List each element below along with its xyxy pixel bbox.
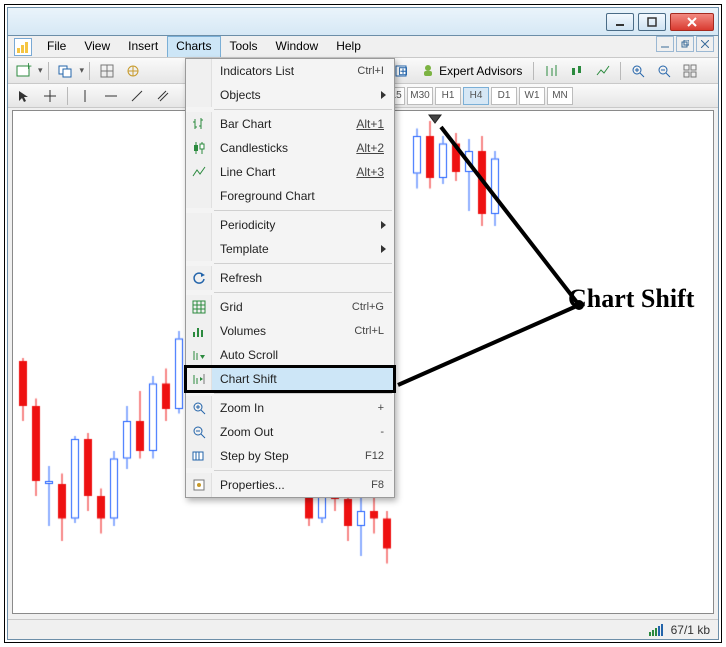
minimize-button[interactable] <box>606 13 634 31</box>
new-chart-button[interactable]: + <box>12 60 36 82</box>
navigator-button[interactable] <box>121 60 145 82</box>
refresh-icon <box>192 271 206 285</box>
charts-dropdown: Indicators ListCtrl+I Objects Bar ChartA… <box>185 58 395 498</box>
timeframe-h1[interactable]: H1 <box>435 87 461 105</box>
statusbar: 67/1 kb <box>8 619 718 639</box>
profiles-button[interactable] <box>54 60 78 82</box>
menu-step-by-step[interactable]: Step by StepF12 <box>186 444 394 468</box>
annotation-label: Chart Shift <box>568 284 694 314</box>
menu-periodicity[interactable]: Periodicity <box>186 213 394 237</box>
bar-chart-button[interactable] <box>539 60 563 82</box>
line-chart-button[interactable] <box>591 60 615 82</box>
chevron-right-icon <box>381 91 386 99</box>
chevron-right-icon <box>381 221 386 229</box>
svg-text:⊞: ⊞ <box>398 64 408 78</box>
market-watch-button[interactable] <box>95 60 119 82</box>
volumes-icon <box>192 324 206 338</box>
menu-properties[interactable]: Properties...F8 <box>186 473 394 497</box>
menu-file[interactable]: File <box>38 36 75 57</box>
candlestick-icon <box>192 141 206 155</box>
timeframe-h4[interactable]: H4 <box>463 87 489 105</box>
menu-template[interactable]: Template <box>186 237 394 261</box>
connection-icon <box>649 624 665 636</box>
titlebar <box>8 8 718 36</box>
zoom-in-button[interactable] <box>626 60 650 82</box>
zoom-in-icon <box>192 401 206 415</box>
menu-chart-shift[interactable]: Chart Shift <box>186 367 394 391</box>
crosshair-button[interactable] <box>38 85 62 107</box>
horizontal-line-button[interactable] <box>99 85 123 107</box>
bar-chart-icon <box>192 117 206 131</box>
menu-candlesticks[interactable]: CandlesticksAlt+2 <box>186 136 394 160</box>
mdi-close-button[interactable] <box>696 36 714 52</box>
step-icon <box>192 449 206 463</box>
menu-refresh[interactable]: Refresh <box>186 266 394 290</box>
channel-button[interactable] <box>151 85 175 107</box>
cursor-button[interactable] <box>12 85 36 107</box>
menu-help[interactable]: Help <box>327 36 370 57</box>
menu-auto-scroll[interactable]: Auto Scroll <box>186 343 394 367</box>
status-text: 67/1 kb <box>671 623 710 637</box>
zoom-out-icon <box>192 425 206 439</box>
menu-zoom-out[interactable]: Zoom Out- <box>186 420 394 444</box>
zoom-out-button[interactable] <box>652 60 676 82</box>
menu-window[interactable]: Window <box>267 36 328 57</box>
close-button[interactable] <box>670 13 714 31</box>
timeframe-mn[interactable]: MN <box>547 87 573 105</box>
mdi-restore-button[interactable] <box>676 36 694 52</box>
menu-tools[interactable]: Tools <box>221 36 267 57</box>
vertical-line-button[interactable] <box>73 85 97 107</box>
expert-advisors-icon <box>421 64 435 78</box>
candlestick-button[interactable] <box>565 60 589 82</box>
svg-text:+: + <box>25 63 32 73</box>
menu-view[interactable]: View <box>75 36 119 57</box>
menu-charts[interactable]: Charts <box>167 36 220 57</box>
line-chart-icon <box>192 165 206 179</box>
app-window: File View Insert Charts Tools Window Hel… <box>7 7 719 640</box>
trendline-button[interactable] <box>125 85 149 107</box>
app-icon <box>14 38 32 56</box>
maximize-button[interactable] <box>638 13 666 31</box>
mdi-minimize-button[interactable] <box>656 36 674 52</box>
menubar: File View Insert Charts Tools Window Hel… <box>8 36 718 58</box>
expert-advisors-label: Expert Advisors <box>439 64 522 78</box>
auto-arrange-button[interactable] <box>678 60 702 82</box>
menu-foreground-chart[interactable]: Foreground Chart <box>186 184 394 208</box>
menu-zoom-in[interactable]: Zoom In+ <box>186 396 394 420</box>
properties-icon <box>192 478 206 492</box>
timeframe-w1[interactable]: W1 <box>519 87 545 105</box>
auto-scroll-icon <box>192 348 206 362</box>
menu-objects[interactable]: Objects <box>186 83 394 107</box>
grid-icon <box>192 300 206 314</box>
expert-advisors-button[interactable]: Expert Advisors <box>415 64 528 78</box>
menu-bar-chart[interactable]: Bar ChartAlt+1 <box>186 112 394 136</box>
chart-shift-icon <box>192 372 206 386</box>
menu-line-chart[interactable]: Line ChartAlt+3 <box>186 160 394 184</box>
menu-grid[interactable]: GridCtrl+G <box>186 295 394 319</box>
timeframe-m30[interactable]: M30 <box>407 87 433 105</box>
menu-insert[interactable]: Insert <box>119 36 167 57</box>
chart-shift-marker-icon[interactable] <box>425 114 445 128</box>
chevron-right-icon <box>381 245 386 253</box>
menu-indicators-list[interactable]: Indicators ListCtrl+I <box>186 59 394 83</box>
timeframe-d1[interactable]: D1 <box>491 87 517 105</box>
menu-volumes[interactable]: VolumesCtrl+L <box>186 319 394 343</box>
